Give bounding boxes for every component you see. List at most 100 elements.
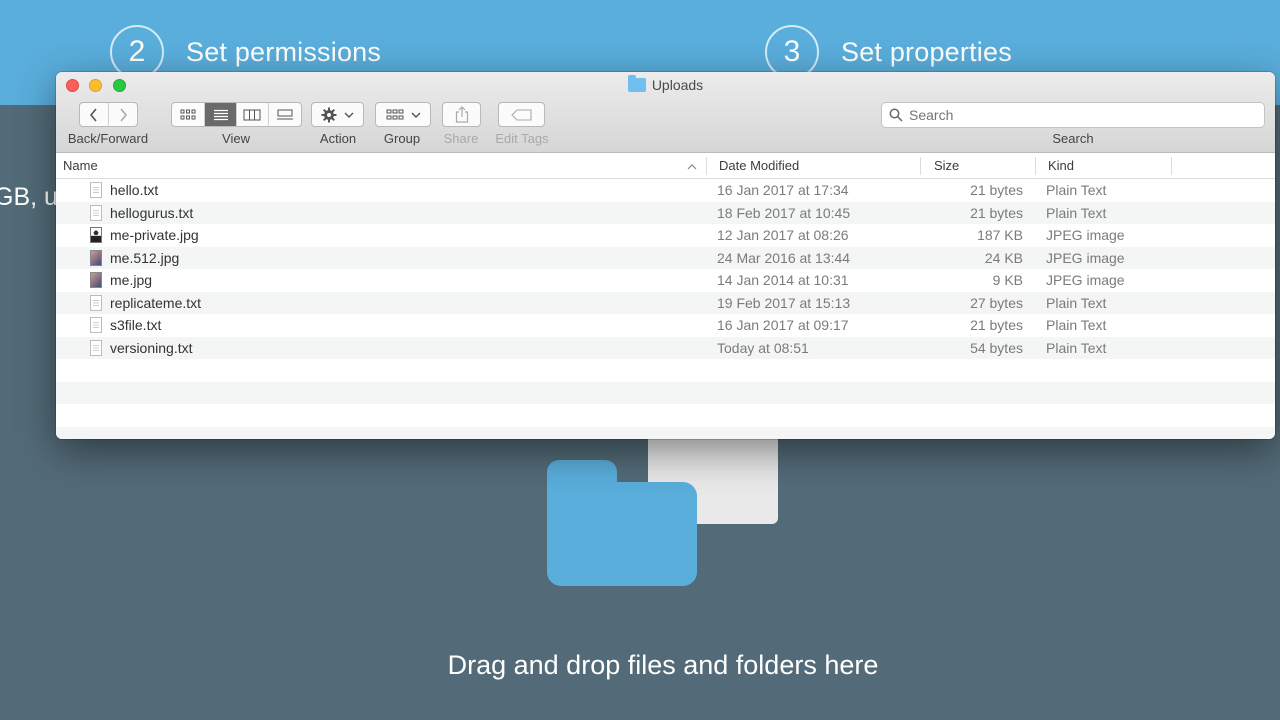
- icon-view-button[interactable]: [172, 103, 204, 126]
- image-file-icon: [90, 249, 102, 266]
- column-divider[interactable]: [1035, 157, 1036, 175]
- search-label: Search: [1052, 131, 1094, 146]
- empty-row: [56, 404, 1275, 427]
- tag-icon: [510, 108, 532, 121]
- file-size: 9 KB: [992, 272, 1023, 288]
- list-view-button[interactable]: [204, 103, 236, 126]
- column-divider[interactable]: [706, 157, 707, 175]
- text-file-icon: [90, 204, 102, 221]
- file-kind: JPEG image: [1046, 272, 1125, 288]
- image-file-icon: [90, 272, 102, 288]
- file-kind: JPEG image: [1046, 249, 1125, 266]
- finder-toolbar: Uploads Back/Forward View Action Group S…: [56, 72, 1275, 153]
- file-name: me.512.jpg: [110, 249, 180, 266]
- column-header-kind[interactable]: Kind: [1048, 153, 1074, 179]
- gallery-icon: [276, 109, 293, 119]
- file-list: hello.txt 16 Jan 2017 at 17:34 21 bytes …: [56, 179, 1275, 439]
- action-label: Action: [319, 131, 357, 146]
- file-name: replicateme.txt: [110, 294, 202, 311]
- file-row[interactable]: versioning.txt Today at 08:51 54 bytes P…: [56, 336, 1275, 359]
- file-row[interactable]: me.jpg 14 Jan 2014 at 10:31 9 KB JPEG im…: [56, 269, 1275, 292]
- window-title-text: Uploads: [651, 77, 704, 93]
- file-row[interactable]: me.512.jpg 24 Mar 2016 at 13:44 24 KB JP…: [56, 246, 1275, 269]
- view-label: View: [222, 131, 250, 146]
- file-size: 54 bytes: [970, 339, 1023, 356]
- chevron-right-icon: [120, 107, 128, 122]
- column-divider[interactable]: [1171, 157, 1172, 175]
- file-size: 187 KB: [977, 227, 1023, 243]
- share-label: Share: [443, 131, 479, 146]
- folder-illustration-icon: [547, 460, 697, 586]
- file-name: me.jpg: [110, 272, 153, 288]
- column-header-size[interactable]: Size: [934, 153, 959, 179]
- empty-row: [56, 359, 1275, 382]
- forward-button[interactable]: [108, 103, 137, 126]
- file-row[interactable]: hellogurus.txt 18 Feb 2017 at 10:45 21 b…: [56, 201, 1275, 224]
- finder-window[interactable]: Uploads Back/Forward View Action Group S…: [56, 72, 1275, 439]
- file-kind: Plain Text: [1046, 339, 1107, 356]
- step-number-badge: 3: [765, 25, 819, 79]
- action-control: [311, 102, 364, 127]
- gallery-view-button[interactable]: [267, 103, 301, 126]
- empty-row: [56, 381, 1275, 404]
- column-divider[interactable]: [920, 157, 921, 175]
- chevron-down-icon: [344, 112, 354, 118]
- view-control: [171, 102, 302, 127]
- partial-background-text: GB, u: [0, 183, 58, 211]
- file-row[interactable]: s3file.txt 16 Jan 2017 at 09:17 21 bytes…: [56, 314, 1275, 337]
- column-header-name[interactable]: Name: [63, 153, 98, 179]
- window-title: Uploads: [56, 75, 1275, 93]
- group-control: [375, 102, 431, 127]
- portrait-image-icon: [90, 227, 102, 243]
- file-date-modified: 16 Jan 2017 at 17:34: [717, 182, 849, 198]
- step-number-badge: 2: [110, 25, 164, 79]
- file-row[interactable]: replicateme.txt 19 Feb 2017 at 15:13 27 …: [56, 291, 1275, 314]
- file-date-modified: Today at 08:51: [717, 339, 809, 356]
- edit-tags-control: [498, 102, 545, 127]
- grid-icon: [386, 109, 403, 119]
- share-control: [442, 102, 481, 127]
- file-name: hellogurus.txt: [110, 204, 194, 221]
- gear-icon: [321, 107, 337, 122]
- back-forward-label: Back/Forward: [67, 131, 149, 146]
- file-name: versioning.txt: [110, 339, 193, 356]
- file-name: s3file.txt: [110, 317, 162, 333]
- file-kind: Plain Text: [1046, 317, 1107, 333]
- file-size: 24 KB: [984, 249, 1023, 266]
- column-view-button[interactable]: [236, 103, 268, 126]
- text-file-icon: [90, 294, 102, 311]
- file-name: hello.txt: [110, 182, 159, 198]
- step-title: Set permissions: [186, 36, 382, 67]
- file-kind: JPEG image: [1046, 227, 1125, 243]
- file-row[interactable]: hello.txt 16 Jan 2017 at 17:34 21 bytes …: [56, 179, 1275, 202]
- back-button[interactable]: [80, 103, 108, 126]
- group-menu-button[interactable]: [376, 103, 430, 126]
- search-icon: [889, 108, 903, 122]
- file-size: 27 bytes: [970, 294, 1023, 311]
- list-header: Name Date Modified Size Kind: [56, 153, 1275, 179]
- text-file-icon: [90, 317, 102, 333]
- back-forward-control: [79, 102, 138, 127]
- file-date-modified: 12 Jan 2017 at 08:26: [717, 227, 849, 243]
- group-label: Group: [383, 131, 421, 146]
- file-size: 21 bytes: [970, 182, 1023, 198]
- column-header-date-modified[interactable]: Date Modified: [719, 153, 799, 179]
- folder-icon: [627, 75, 646, 92]
- file-size: 21 bytes: [970, 204, 1023, 221]
- sort-ascending-icon: [687, 164, 697, 170]
- chevron-down-icon: [411, 112, 420, 118]
- share-button[interactable]: [443, 103, 480, 126]
- step-title: Set properties: [841, 36, 1012, 67]
- chevron-left-icon: [89, 107, 97, 122]
- dropzone-label: Drag and drop files and folders here: [447, 650, 879, 680]
- file-date-modified: 18 Feb 2017 at 10:45: [717, 204, 851, 221]
- file-kind: Plain Text: [1046, 294, 1107, 311]
- action-menu-button[interactable]: [312, 103, 363, 126]
- file-row[interactable]: me-private.jpg 12 Jan 2017 at 08:26 187 …: [56, 224, 1275, 247]
- edit-tags-label: Edit Tags: [495, 131, 549, 146]
- search-input[interactable]: [909, 107, 1249, 123]
- search-field-container[interactable]: [881, 102, 1265, 128]
- edit-tags-button[interactable]: [499, 103, 544, 126]
- file-date-modified: 14 Jan 2014 at 10:31: [717, 272, 849, 288]
- text-file-icon: [90, 182, 102, 198]
